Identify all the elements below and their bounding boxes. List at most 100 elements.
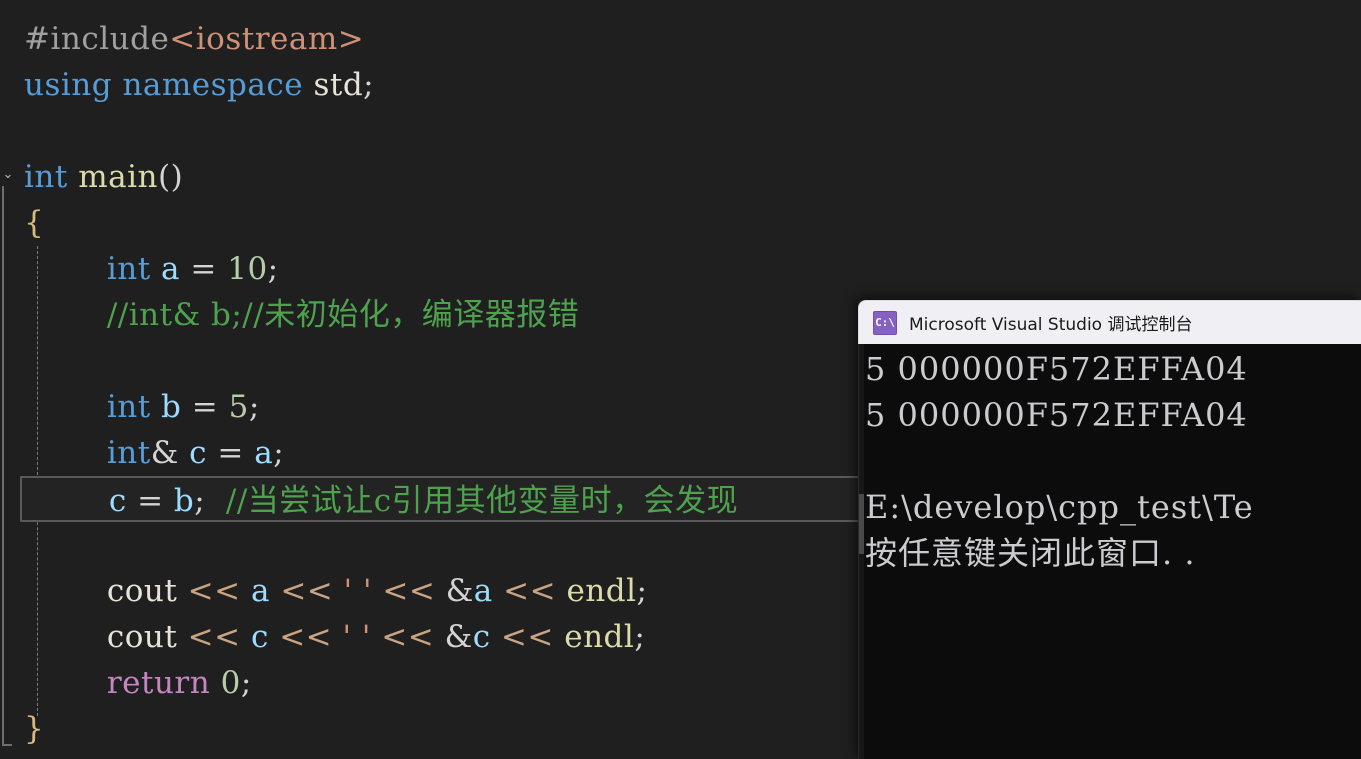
code-token: //int& b;//未初始化，编译器报错 bbox=[106, 297, 580, 333]
code-line[interactable]: int a = 10; bbox=[24, 246, 1354, 292]
code-token: cout bbox=[106, 573, 178, 609]
code-line[interactable]: { bbox=[24, 200, 1354, 246]
code-token: { bbox=[24, 205, 45, 241]
code-line[interactable]: #include<iostream> bbox=[24, 16, 1354, 62]
console-scrollbar-thumb[interactable] bbox=[859, 494, 864, 554]
console-titlebar[interactable]: C:\ Microsoft Visual Studio 调试控制台 bbox=[858, 300, 1361, 344]
code-token: int bbox=[24, 159, 68, 195]
code-token: << bbox=[503, 573, 557, 609]
code-token: = bbox=[207, 435, 255, 471]
code-token: ' ' bbox=[342, 619, 371, 655]
code-token: //当尝试让c引用其他变量时，会发现 bbox=[225, 483, 739, 519]
outlining-bracket bbox=[2, 186, 12, 746]
code-token: ; bbox=[248, 389, 260, 425]
console-scrollbar[interactable] bbox=[859, 344, 864, 759]
code-token: a bbox=[473, 573, 493, 609]
code-token: () bbox=[157, 159, 184, 195]
console-line: E:\develop\cpp_test\Te bbox=[865, 488, 1254, 526]
console-output-area[interactable]: 5 000000F572EFFA04 5 000000F572EFFA04 E:\d… bbox=[858, 344, 1361, 759]
code-token: ; bbox=[194, 483, 226, 519]
code-token: <iostream> bbox=[169, 21, 365, 57]
code-token: cout bbox=[106, 619, 178, 655]
console-app-icon: C:\ bbox=[873, 310, 897, 335]
code-token: a bbox=[250, 573, 270, 609]
console-window-title: Microsoft Visual Studio 调试控制台 bbox=[909, 315, 1193, 335]
code-token: a bbox=[254, 435, 274, 471]
code-line-current[interactable]: c = b; //当尝试让c引用其他变量时，会发现 bbox=[20, 476, 866, 522]
code-token: ; bbox=[363, 67, 375, 103]
code-token: << bbox=[279, 619, 333, 655]
code-token: = bbox=[126, 483, 174, 519]
code-token: int bbox=[106, 435, 151, 471]
code-token: std bbox=[313, 67, 364, 103]
console-line: 5 000000F572EFFA04 bbox=[865, 350, 1248, 388]
code-token: ; bbox=[240, 665, 252, 701]
code-token: << bbox=[500, 619, 554, 655]
code-token: 0 bbox=[220, 665, 241, 701]
code-token: << bbox=[280, 573, 334, 609]
code-token: a bbox=[161, 251, 181, 287]
code-line[interactable]: int main() bbox=[24, 154, 1354, 200]
code-token: using namespace bbox=[24, 67, 304, 103]
code-token: main bbox=[78, 159, 158, 195]
code-token: = bbox=[181, 389, 229, 425]
code-token: } bbox=[24, 711, 45, 747]
code-token: int bbox=[106, 389, 151, 425]
debug-console-window[interactable]: C:\ Microsoft Visual Studio 调试控制台 5 0000… bbox=[858, 300, 1361, 759]
code-token: endl bbox=[566, 573, 637, 609]
code-token: << bbox=[187, 573, 241, 609]
code-token: & bbox=[150, 435, 179, 471]
code-token: ; bbox=[634, 619, 646, 655]
code-token: ' ' bbox=[343, 573, 373, 609]
code-token: << bbox=[381, 619, 435, 655]
console-lines: 5 000000F572EFFA04 5 000000F572EFFA04 E:\d… bbox=[859, 346, 1361, 576]
code-token: c bbox=[250, 619, 269, 655]
code-token: & bbox=[434, 619, 473, 655]
code-token: endl bbox=[564, 619, 635, 655]
code-token: ; bbox=[273, 435, 285, 471]
code-token: << bbox=[382, 573, 436, 609]
code-token: int bbox=[106, 251, 151, 287]
console-line: 按任意键关闭此窗口. . bbox=[865, 534, 1196, 572]
code-token: ; bbox=[636, 573, 648, 609]
code-token: 10 bbox=[227, 251, 268, 287]
code-token: << bbox=[187, 619, 241, 655]
chevron-down-icon[interactable]: ⌄ bbox=[0, 165, 16, 185]
code-token: = bbox=[180, 251, 228, 287]
code-token: & bbox=[435, 573, 474, 609]
code-token: c bbox=[189, 435, 208, 471]
code-token: b bbox=[161, 389, 182, 425]
code-token: b bbox=[173, 483, 195, 519]
code-token: c bbox=[108, 483, 127, 519]
code-line[interactable]: using namespace std; bbox=[24, 62, 1354, 108]
code-line[interactable] bbox=[24, 108, 1354, 154]
